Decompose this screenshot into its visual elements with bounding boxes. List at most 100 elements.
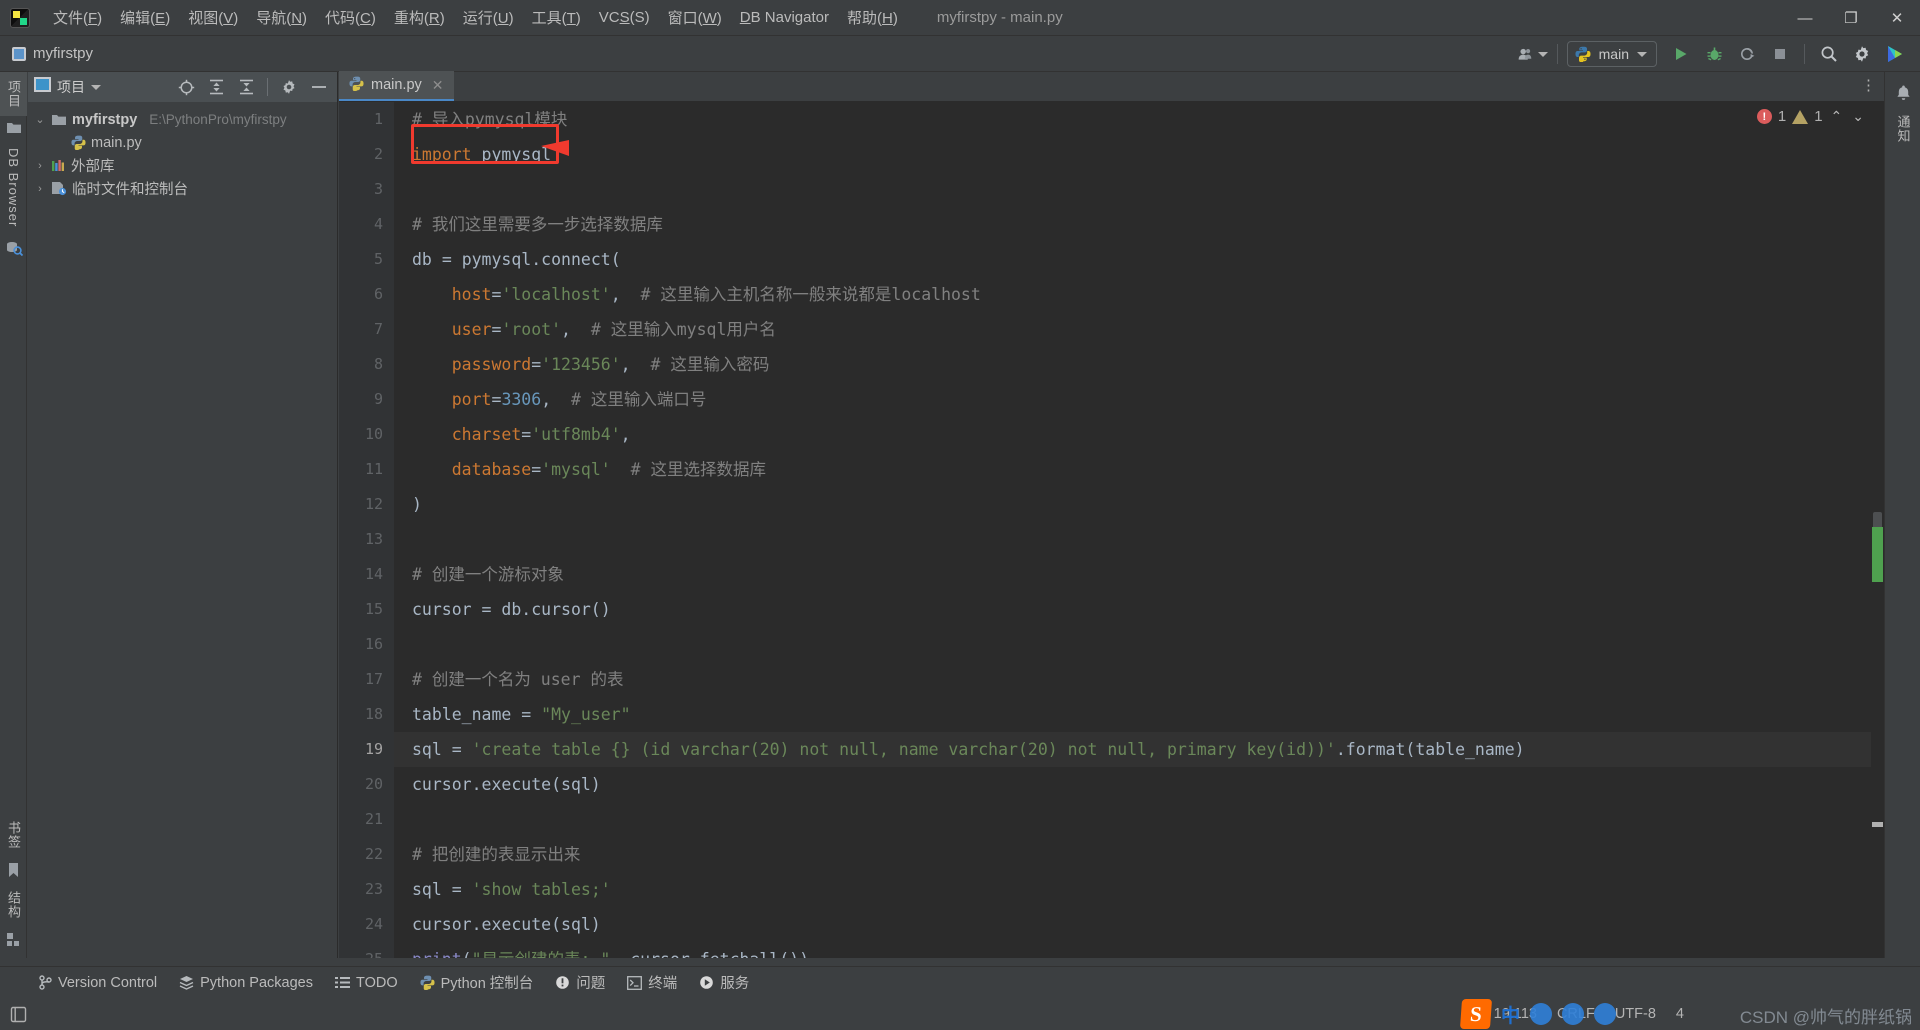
code-line[interactable]: sql = 'show tables;' bbox=[394, 872, 1884, 907]
code-line[interactable]: charset='utf8mb4', bbox=[394, 417, 1884, 452]
chevron-icon[interactable]: › bbox=[34, 183, 46, 195]
code-line[interactable]: db = pymysql.connect( bbox=[394, 242, 1884, 277]
sidebar-item-project[interactable]: 项目 bbox=[0, 72, 27, 116]
sidebar-item-db-browser[interactable]: DB Browser bbox=[0, 140, 27, 235]
chevron-down-icon[interactable] bbox=[91, 84, 101, 90]
code-line[interactable] bbox=[394, 172, 1884, 207]
tab-main-py[interactable]: main.py ✕ bbox=[339, 71, 454, 101]
code-line[interactable]: table_name = "My_user" bbox=[394, 697, 1884, 732]
users-icon[interactable] bbox=[1518, 40, 1548, 68]
code-editor[interactable]: 1234567891011121314151617181920212223242… bbox=[339, 102, 1884, 958]
menu-item-1[interactable]: 编辑(E) bbox=[111, 3, 179, 32]
layout-icon[interactable] bbox=[10, 1006, 27, 1023]
tool-window-todo[interactable]: TODO bbox=[335, 975, 398, 991]
gear-icon[interactable] bbox=[277, 75, 301, 99]
code-line[interactable]: sql = 'create table {} (id varchar(20) n… bbox=[394, 732, 1884, 767]
code-line[interactable]: # 创建一个名为 user 的表 bbox=[394, 662, 1884, 697]
coverage-button[interactable] bbox=[1732, 40, 1762, 68]
code-line[interactable]: ) bbox=[394, 487, 1884, 522]
run-configuration-selector[interactable]: main bbox=[1566, 41, 1657, 67]
tree-node-1[interactable]: main.py bbox=[28, 131, 337, 154]
code-line[interactable]: cursor.execute(sql) bbox=[394, 767, 1884, 802]
bookmark-icon[interactable] bbox=[0, 857, 27, 883]
menu-item-8[interactable]: VCS(S) bbox=[590, 5, 659, 30]
code-line[interactable]: # 把创建的表显示出来 bbox=[394, 837, 1884, 872]
close-button[interactable]: ✕ bbox=[1874, 0, 1920, 36]
tool-window-python-packages[interactable]: Python Packages bbox=[179, 975, 313, 991]
code-line[interactable]: import pymysql bbox=[394, 137, 1884, 172]
tool-window-label: Python Packages bbox=[200, 974, 313, 991]
tree-node-3[interactable]: › 临时文件和控制台 bbox=[28, 177, 337, 200]
tree-node-2[interactable]: › 外部库 bbox=[28, 154, 337, 177]
editor-options-icon[interactable]: ⋮ bbox=[1861, 78, 1876, 93]
search-icon[interactable] bbox=[1814, 40, 1844, 68]
code-line[interactable]: # 创建一个游标对象 bbox=[394, 557, 1884, 592]
bell-icon[interactable] bbox=[1885, 72, 1920, 107]
ime-mode-label[interactable]: 中 bbox=[1501, 1001, 1520, 1028]
code-content[interactable]: # 导入pymysql模块 import pymysql # 我们这里需要多一步选… bbox=[394, 102, 1884, 958]
code-line[interactable]: # 导入pymysql模块 bbox=[394, 102, 1884, 137]
previous-problem-icon[interactable]: ⌃ bbox=[1829, 108, 1845, 125]
tool-window-version-control[interactable]: Version Control bbox=[38, 975, 157, 991]
editor-scrollbar[interactable] bbox=[1871, 132, 1884, 958]
chevron-icon[interactable]: › bbox=[34, 160, 46, 172]
locate-icon[interactable] bbox=[174, 75, 198, 99]
code-line[interactable]: host='localhost', # 这里输入主机名称一般来说都是localh… bbox=[394, 277, 1884, 312]
menu-item-10[interactable]: DB Navigator bbox=[731, 5, 838, 30]
sidebar-item-notifications[interactable]: 通知 bbox=[1885, 107, 1920, 151]
ime-menu-icon[interactable] bbox=[1594, 1003, 1616, 1025]
gear-icon[interactable] bbox=[1847, 40, 1877, 68]
code-line[interactable] bbox=[394, 522, 1884, 557]
code-line[interactable]: cursor.execute(sql) bbox=[394, 907, 1884, 942]
sidebar-item-structure[interactable]: 结构 bbox=[0, 883, 27, 927]
menu-item-6[interactable]: 运行(U) bbox=[454, 3, 523, 32]
sidebar-item-bookmarks[interactable]: 书签 bbox=[0, 813, 27, 857]
menu-item-7[interactable]: 工具(T) bbox=[523, 3, 590, 32]
db-browser-icon[interactable] bbox=[0, 235, 27, 261]
ime-toolbox-icon[interactable] bbox=[1562, 1003, 1584, 1025]
next-problem-icon[interactable]: ⌄ bbox=[1850, 108, 1866, 125]
debug-button[interactable] bbox=[1699, 40, 1729, 68]
hide-panel-icon[interactable] bbox=[307, 75, 331, 99]
code-line[interactable] bbox=[394, 802, 1884, 837]
run-button[interactable] bbox=[1666, 40, 1696, 68]
indent-size[interactable]: 4 bbox=[1676, 1006, 1684, 1022]
menu-item-3[interactable]: 导航(N) bbox=[247, 3, 316, 32]
stop-button[interactable] bbox=[1765, 40, 1795, 68]
tool-window-问题[interactable]: 问题 bbox=[555, 972, 605, 993]
tool-window-label: 服务 bbox=[720, 976, 750, 992]
code-line[interactable]: user='root', # 这里输入mysql用户名 bbox=[394, 312, 1884, 347]
code-line[interactable]: port=3306, # 这里输入端口号 bbox=[394, 382, 1884, 417]
code-line[interactable] bbox=[394, 627, 1884, 662]
menu-item-2[interactable]: 视图(V) bbox=[179, 3, 247, 32]
expand-all-icon[interactable] bbox=[204, 75, 228, 99]
menu-item-9[interactable]: 窗口(W) bbox=[659, 3, 731, 32]
line-number: 5 bbox=[373, 250, 383, 268]
maximize-button[interactable]: ❐ bbox=[1828, 0, 1874, 36]
minimize-button[interactable]: — bbox=[1782, 0, 1828, 36]
breadcrumb-project[interactable]: myfirstpy bbox=[12, 45, 93, 62]
tree-node-0[interactable]: ⌄ myfirstpy E:\PythonPro\myfirstpy bbox=[28, 108, 337, 131]
chevron-icon[interactable]: ⌄ bbox=[34, 113, 46, 126]
close-icon[interactable]: ✕ bbox=[432, 77, 444, 94]
menu-item-4[interactable]: 代码(C) bbox=[316, 3, 385, 32]
tool-window-python-控制台[interactable]: Python 控制台 bbox=[420, 972, 533, 993]
folder-icon[interactable] bbox=[0, 116, 27, 140]
ime-voice-icon[interactable] bbox=[1530, 1003, 1552, 1025]
code-line[interactable]: database='mysql' # 这里选择数据库 bbox=[394, 452, 1884, 487]
menu-item-5[interactable]: 重构(R) bbox=[385, 3, 454, 32]
tool-window-服务[interactable]: 服务 bbox=[699, 972, 749, 993]
code-line[interactable]: cursor = db.cursor() bbox=[394, 592, 1884, 627]
tool-window-终端[interactable]: 终端 bbox=[627, 972, 677, 993]
structure-icon[interactable] bbox=[0, 927, 27, 952]
code-line[interactable]: password='123456', # 这里输入密码 bbox=[394, 347, 1884, 382]
file-encoding[interactable]: UTF-8 bbox=[1615, 1006, 1656, 1022]
code-line[interactable]: # 我们这里需要多一步选择数据库 bbox=[394, 207, 1884, 242]
collapse-all-icon[interactable] bbox=[234, 75, 258, 99]
menu-item-11[interactable]: 帮助(H) bbox=[838, 3, 907, 32]
sogou-ime-icon[interactable]: S bbox=[1459, 999, 1493, 1029]
pycharm-window: 文件(F) 编辑(E) 视图(V) 导航(N) 代码(C) 重构(R) 运行(U) 工具(T)… bbox=[0, 0, 1920, 1030]
menu-item-0[interactable]: 文件(F) bbox=[44, 3, 111, 32]
ai-assistant-icon[interactable] bbox=[1880, 40, 1910, 68]
code-line[interactable]: print("显示创建的表: ", cursor.fetchall()) bbox=[394, 942, 1884, 958]
